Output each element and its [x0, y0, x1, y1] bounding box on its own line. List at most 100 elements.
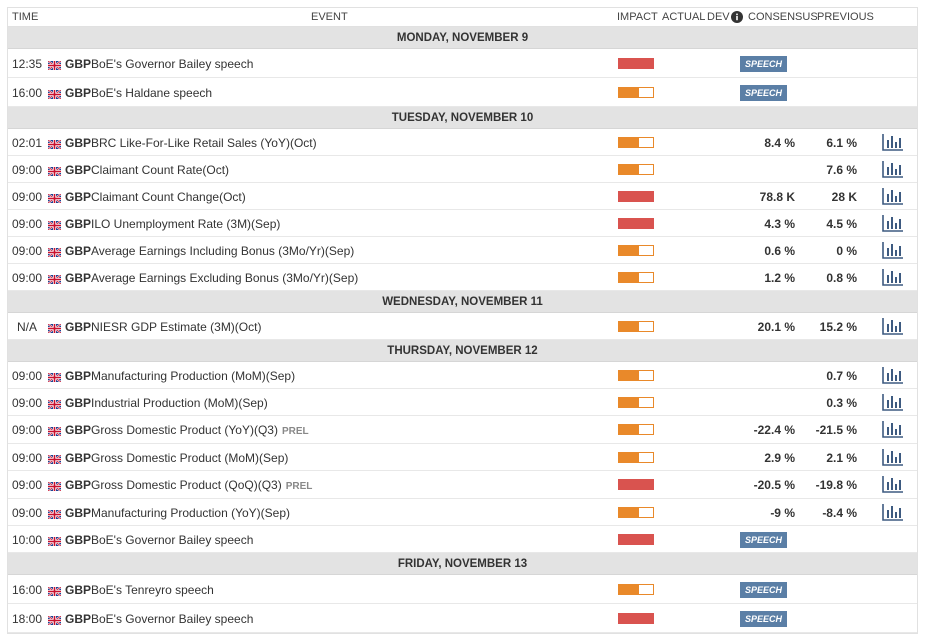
- event-name[interactable]: ILO Unemployment Rate (3M)(Sep): [91, 217, 280, 231]
- chart-icon[interactable]: [882, 187, 904, 205]
- event-name[interactable]: Gross Domestic Product (MoM)(Sep): [91, 451, 288, 465]
- chart-icon[interactable]: [882, 214, 904, 232]
- event-title[interactable]: Manufacturing Production (YoY)(Sep): [91, 506, 290, 520]
- event-time: 16:00: [12, 583, 43, 597]
- event-row[interactable]: 10:00 GBP BoE's Governor Bailey speech SPEE…: [8, 526, 917, 553]
- event-row[interactable]: N/A GBP NIESR GDP Estimate (3M)(Oct) 20.1 %…: [8, 313, 917, 340]
- column-event[interactable]: EVENT: [311, 11, 348, 23]
- event-title[interactable]: Gross Domestic Product (MoM)(Sep): [91, 451, 288, 465]
- event-title[interactable]: BoE's Governor Bailey speech: [91, 57, 253, 71]
- event-name[interactable]: Manufacturing Production (MoM)(Sep): [91, 369, 295, 383]
- event-row[interactable]: 16:00 GBP BoE's Tenreyro speech SPEECH: [8, 575, 917, 604]
- event-name[interactable]: BoE's Tenreyro speech: [91, 583, 214, 597]
- impact-fill: [619, 480, 653, 489]
- event-name[interactable]: Average Earnings Including Bonus (3Mo/Yr…: [91, 244, 354, 258]
- event-currency: GBP: [65, 163, 92, 177]
- chart-icon[interactable]: [882, 448, 904, 466]
- event-title[interactable]: NIESR GDP Estimate (3M)(Oct): [91, 320, 261, 334]
- consensus-value: 78.8 K: [759, 190, 795, 204]
- event-row[interactable]: 09:00 GBP Manufacturing Production (MoM)(S…: [8, 362, 917, 389]
- event-title[interactable]: Claimant Count Rate(Oct): [91, 163, 229, 177]
- event-time: 09:00: [12, 451, 43, 465]
- event-name[interactable]: Gross Domestic Product (QoQ)(Q3) PREL: [91, 478, 312, 492]
- event-time: 09:00: [12, 369, 43, 383]
- previous-value: 0.7 %: [826, 369, 857, 383]
- impact-indicator: [618, 272, 654, 283]
- event-row[interactable]: 09:00 GBP Gross Domestic Product (MoM)(Sep…: [8, 444, 917, 471]
- event-time: 09:00: [12, 396, 43, 410]
- column-time[interactable]: TIME: [12, 11, 38, 23]
- info-icon[interactable]: [731, 11, 743, 26]
- event-name[interactable]: BoE's Haldane speech: [91, 86, 212, 100]
- event-title[interactable]: BoE's Governor Bailey speech: [91, 533, 253, 547]
- event-title[interactable]: Gross Domestic Product (QoQ)(Q3): [91, 478, 282, 492]
- uk-flag-icon: [47, 273, 62, 285]
- event-currency: GBP: [65, 320, 92, 334]
- event-title[interactable]: Average Earnings Excluding Bonus (3Mo/Yr…: [91, 271, 358, 285]
- event-row[interactable]: 09:00 GBP Gross Domestic Product (QoQ)(Q3)…: [8, 471, 917, 499]
- event-name[interactable]: Industrial Production (MoM)(Sep): [91, 396, 268, 410]
- chart-icon[interactable]: [882, 475, 904, 493]
- event-name[interactable]: BRC Like-For-Like Retail Sales (YoY)(Oct…: [91, 136, 317, 150]
- event-name[interactable]: Average Earnings Excluding Bonus (3Mo/Yr…: [91, 271, 358, 285]
- event-name[interactable]: Manufacturing Production (YoY)(Sep): [91, 506, 290, 520]
- chart-icon[interactable]: [882, 133, 904, 151]
- column-consensus[interactable]: CONSENSUS: [748, 11, 818, 23]
- event-row[interactable]: 02:01 GBP BRC Like-For-Like Retail Sales (…: [8, 129, 917, 156]
- impact-indicator: [618, 245, 654, 256]
- event-row[interactable]: 09:00 GBP ILO Unemployment Rate (3M)(Sep) 4…: [8, 210, 917, 237]
- chart-icon[interactable]: [882, 268, 904, 286]
- event-title[interactable]: BoE's Governor Bailey speech: [91, 612, 253, 626]
- event-title[interactable]: Average Earnings Including Bonus (3Mo/Yr…: [91, 244, 354, 258]
- impact-fill: [619, 138, 640, 147]
- event-title[interactable]: Manufacturing Production (MoM)(Sep): [91, 369, 295, 383]
- impact-fill: [619, 59, 653, 68]
- impact-indicator: [618, 397, 654, 408]
- chart-icon[interactable]: [882, 160, 904, 178]
- event-currency: GBP: [65, 423, 92, 437]
- event-name[interactable]: Claimant Count Change(Oct): [91, 190, 246, 204]
- event-currency: GBP: [65, 217, 92, 231]
- event-title[interactable]: BoE's Tenreyro speech: [91, 583, 214, 597]
- event-currency: GBP: [65, 451, 92, 465]
- event-title[interactable]: BoE's Haldane speech: [91, 86, 212, 100]
- chart-icon[interactable]: [882, 393, 904, 411]
- event-currency: GBP: [65, 583, 92, 597]
- event-row[interactable]: 09:00 GBP Average Earnings Including Bonus…: [8, 237, 917, 264]
- chart-icon[interactable]: [882, 241, 904, 259]
- event-title[interactable]: Gross Domestic Product (YoY)(Q3): [91, 423, 278, 437]
- event-row[interactable]: 09:00 GBP Average Earnings Excluding Bonus…: [8, 264, 917, 291]
- event-row[interactable]: 09:00 GBP Gross Domestic Product (YoY)(Q3)…: [8, 416, 917, 444]
- event-row[interactable]: 18:00 GBP BoE's Governor Bailey speech SPEE…: [8, 604, 917, 633]
- chart-icon[interactable]: [882, 420, 904, 438]
- event-title[interactable]: BRC Like-For-Like Retail Sales (YoY)(Oct…: [91, 136, 317, 150]
- event-name[interactable]: BoE's Governor Bailey speech: [91, 57, 253, 71]
- event-name[interactable]: NIESR GDP Estimate (3M)(Oct): [91, 320, 261, 334]
- event-row[interactable]: 09:00 GBP Manufacturing Production (YoY)(S…: [8, 499, 917, 526]
- event-name[interactable]: Gross Domestic Product (YoY)(Q3) PREL: [91, 423, 309, 437]
- column-previous[interactable]: PREVIOUS: [817, 11, 874, 23]
- chart-icon[interactable]: [882, 366, 904, 384]
- event-row[interactable]: 09:00 GBP Claimant Count Change(Oct) 78.8 K…: [8, 183, 917, 210]
- column-impact[interactable]: IMPACT: [617, 11, 658, 23]
- column-actual[interactable]: ACTUAL: [662, 11, 705, 23]
- speech-badge: SPEECH: [740, 582, 787, 598]
- event-name[interactable]: BoE's Governor Bailey speech: [91, 612, 253, 626]
- day-header: TUESDAY, NOVEMBER 10: [8, 107, 917, 129]
- consensus-value: -9 %: [770, 506, 795, 520]
- event-title[interactable]: Industrial Production (MoM)(Sep): [91, 396, 268, 410]
- impact-fill: [619, 425, 640, 434]
- event-title[interactable]: Claimant Count Change(Oct): [91, 190, 246, 204]
- event-title[interactable]: ILO Unemployment Rate (3M)(Sep): [91, 217, 280, 231]
- event-row[interactable]: 12:35 GBP BoE's Governor Bailey speech SPEE…: [8, 49, 917, 78]
- chart-icon[interactable]: [882, 503, 904, 521]
- chart-icon[interactable]: [882, 317, 904, 335]
- prel-tag: PREL: [285, 481, 313, 492]
- event-name[interactable]: BoE's Governor Bailey speech: [91, 533, 253, 547]
- event-name[interactable]: Claimant Count Rate(Oct): [91, 163, 229, 177]
- column-dev[interactable]: DEV: [707, 11, 730, 23]
- event-row[interactable]: 09:00 GBP Industrial Production (MoM)(Sep)…: [8, 389, 917, 416]
- event-row[interactable]: 09:00 GBP Claimant Count Rate(Oct) 7.6 %: [8, 156, 917, 183]
- event-row[interactable]: 16:00 GBP BoE's Haldane speech SPEECH: [8, 78, 917, 107]
- impact-fill: [619, 273, 640, 282]
